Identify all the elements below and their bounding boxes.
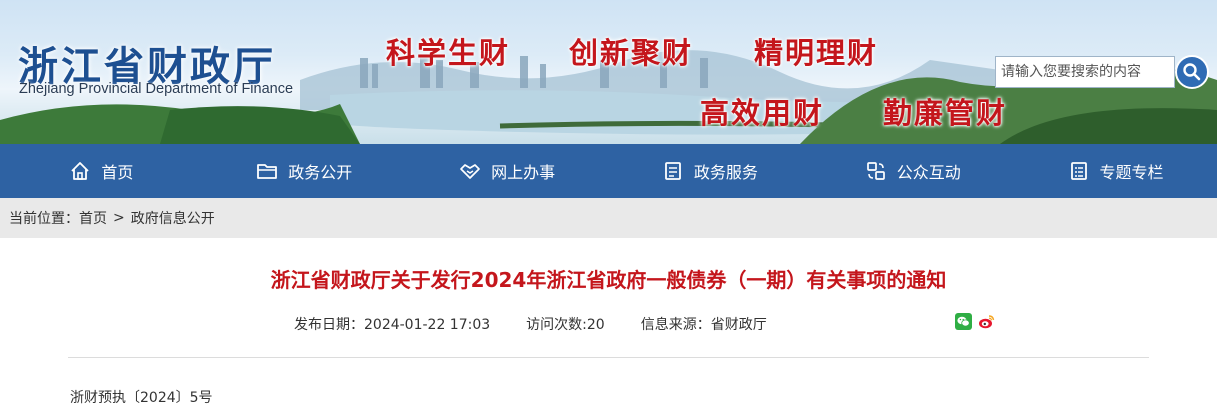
site-banner: 浙江省财政厅 Zhejiang Provincial Department of… [0,0,1217,144]
weibo-icon[interactable] [978,313,995,330]
breadcrumb-separator: > [113,210,125,226]
folder-icon [257,164,278,179]
nav-item-label: 政务公开 [288,163,353,182]
home-icon [71,162,90,180]
content-divider [68,357,1149,358]
article-meta: 发布日期：2024-01-22 17:03 访问次数:20 信息来源：省财政厅 [294,314,803,334]
slogan-2: 创新聚财 [569,36,694,70]
info-source: 信息来源：省财政厅 [640,317,767,333]
breadcrumb-prefix: 当前位置： [9,211,79,227]
document-number: 浙财预执〔2024〕5号 [70,390,213,406]
document-icon [664,162,681,180]
search-icon [1183,63,1201,81]
nav-item-label: 首页 [101,163,134,182]
article-title: 浙江省财政厅关于发行2024年浙江省政府一般债券（一期）有关事项的通知 [270,268,947,292]
site-subtitle: Zhejiang Provincial Department of Financ… [19,81,294,97]
list-icon [1070,162,1087,180]
nav-item-public-interaction[interactable]: 公众互动 [811,144,1014,198]
breadcrumb-link-gov-info[interactable]: 政府信息公开 [131,208,215,228]
slogan-1: 科学生财 [386,36,511,70]
share-buttons [955,313,995,330]
slogan-3: 精明理财 [754,36,879,70]
nav-item-online-services[interactable]: 网上办事 [406,144,609,198]
search-button[interactable] [1175,55,1209,89]
search-input[interactable] [995,56,1175,88]
publish-date: 发布日期：2024-01-22 17:03 [294,317,491,333]
slogan-4: 高效用财 [700,96,825,130]
nav-item-government-services[interactable]: 政务服务 [608,144,811,198]
nav-item-label: 专题专栏 [1099,163,1164,182]
wechat-icon[interactable] [955,313,972,330]
nav-item-government-affairs[interactable]: 政务公开 [203,144,406,198]
nav-item-special-topics[interactable]: 专题专栏 [1014,144,1217,198]
nav-item-label: 网上办事 [491,163,556,182]
slogan-5: 勤廉管财 [883,96,1008,130]
visit-count: 访问次数:20 [526,317,605,333]
nav-item-home[interactable]: 首页 [0,144,203,198]
handshake-icon [460,164,480,179]
nav-item-label: 政务服务 [693,163,758,182]
nav-item-label: 公众互动 [896,163,961,182]
breadcrumb: 当前位置： 首页 > 政府信息公开 [0,198,1217,238]
main-nav: 首页 政务公开 网上办事 政务服务 公众互动 专题专栏 [0,144,1217,198]
breadcrumb-link-home[interactable]: 首页 [79,208,107,228]
interaction-icon [866,162,885,180]
